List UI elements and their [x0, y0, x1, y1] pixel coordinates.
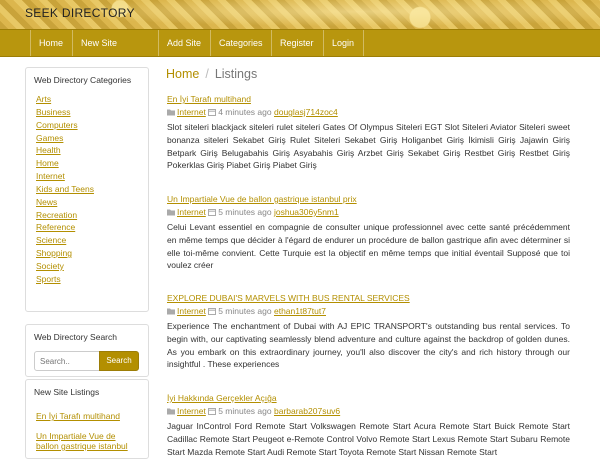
category-link[interactable]: Reference — [36, 221, 148, 234]
nav-home[interactable]: Home — [30, 30, 73, 56]
category-link[interactable]: News — [36, 196, 148, 209]
search-input[interactable] — [34, 351, 100, 371]
listing-description: Celui Levant essentiel en compagnie de c… — [167, 222, 570, 271]
listing-time: 4 minutes ago — [218, 107, 272, 117]
category-link[interactable]: Games — [36, 132, 148, 145]
listing-category[interactable]: Internet — [177, 207, 206, 217]
site-header: SEEK DIRECTORY — [0, 0, 600, 29]
categories-panel: Web Directory Categories Arts Business C… — [25, 67, 149, 312]
calendar-icon — [208, 307, 217, 315]
category-list: Arts Business Computers Games Health Hom… — [26, 85, 148, 286]
categories-title: Web Directory Categories — [34, 75, 132, 85]
listing-meta: Internet 4 minutes ago douglasj714zoc4 — [167, 106, 570, 118]
category-link[interactable]: Kids and Teens — [36, 183, 148, 196]
category-link[interactable]: Society — [36, 260, 148, 273]
listing-category[interactable]: Internet — [177, 306, 206, 316]
listing-title[interactable]: Un Impartiale Vue de ballon gastrique is… — [167, 194, 570, 205]
listing-item: EXPLORE DUBAI'S MARVELS WITH BUS RENTAL … — [167, 293, 570, 371]
listing-meta: Internet 5 minutes ago joshua306y5nm1 — [167, 206, 570, 218]
breadcrumb-current: Listings — [214, 67, 258, 81]
listing-item: En İyi Tarafı multihand Internet 4 minut… — [167, 94, 570, 172]
new-listings-title: New Site Listings — [34, 387, 100, 397]
new-listings-list: En İyi Tarafı multihand Un Impartiale Vu… — [36, 411, 140, 451]
category-link[interactable]: Recreation — [36, 209, 148, 222]
listing-user[interactable]: ethan1t87tut7 — [274, 306, 326, 316]
listing-title[interactable]: En İyi Tarafı multihand — [167, 94, 570, 105]
category-link[interactable]: Home — [36, 157, 148, 170]
search-button[interactable]: Search — [99, 351, 139, 371]
search-title: Web Directory Search — [34, 332, 117, 342]
folder-icon — [167, 109, 175, 116]
category-link[interactable]: Internet — [36, 170, 148, 183]
listing-title[interactable]: İyi Hakkında Gerçekler Açığa — [167, 393, 570, 404]
listing-time: 5 minutes ago — [218, 306, 272, 316]
listing-description: Jaguar InControl Ford Remote Start Volks… — [167, 421, 570, 457]
listing-time: 5 minutes ago — [218, 406, 272, 416]
category-link[interactable]: Shopping — [36, 247, 148, 260]
calendar-icon — [208, 407, 217, 415]
calendar-icon — [208, 108, 217, 116]
listing-description: Experience The enchantment of Dubai with… — [167, 321, 570, 370]
listing-meta: Internet 5 minutes ago ethan1t87tut7 — [167, 305, 570, 317]
listing-category[interactable]: Internet — [177, 107, 206, 117]
folder-icon — [167, 308, 175, 315]
category-link[interactable]: Computers — [36, 119, 148, 132]
site-title[interactable]: SEEK DIRECTORY — [25, 6, 135, 20]
listing-meta: Internet 5 minutes ago barbarab207suv6 — [167, 405, 570, 417]
search-panel: Web Directory Search Search — [25, 324, 149, 377]
new-listing-link[interactable]: Un Impartiale Vue de ballon gastrique is… — [36, 431, 140, 451]
folder-icon — [167, 209, 175, 216]
listing-description: Slot siteleri blackjack siteleri rulet s… — [167, 122, 570, 171]
category-link[interactable]: Business — [36, 106, 148, 119]
category-link[interactable]: Arts — [36, 93, 148, 106]
category-link[interactable]: Sports — [36, 273, 148, 286]
category-link[interactable]: Health — [36, 144, 148, 157]
main-navbar: Home New Site Listings Add Site Categori… — [0, 29, 600, 74]
listing-user[interactable]: barbarab207suv6 — [274, 406, 340, 416]
nav-login[interactable]: Login — [324, 30, 364, 56]
breadcrumb-separator: / — [205, 67, 209, 81]
folder-icon — [167, 408, 175, 415]
category-link[interactable]: Science — [36, 234, 148, 247]
breadcrumb-home[interactable]: Home — [166, 67, 199, 81]
listing-category[interactable]: Internet — [177, 406, 206, 416]
listing-title[interactable]: EXPLORE DUBAI'S MARVELS WITH BUS RENTAL … — [167, 293, 570, 304]
nav-register[interactable]: Register — [272, 30, 324, 56]
listing-user[interactable]: douglasj714zoc4 — [274, 107, 338, 117]
listing-user[interactable]: joshua306y5nm1 — [274, 207, 339, 217]
breadcrumb: Home / Listings — [166, 67, 257, 81]
listing-time: 5 minutes ago — [218, 207, 272, 217]
nav-categories[interactable]: Categories — [211, 30, 272, 56]
new-listing-link[interactable]: En İyi Tarafı multihand — [36, 411, 140, 421]
nav-new-site-listings[interactable]: New Site Listings — [73, 30, 159, 74]
listing-item: İyi Hakkında Gerçekler Açığa Internet 5 … — [167, 393, 570, 458]
calendar-icon — [208, 208, 217, 216]
nav-add-site[interactable]: Add Site — [159, 30, 211, 56]
listing-item: Un Impartiale Vue de ballon gastrique is… — [167, 194, 570, 272]
new-listings-panel: New Site Listings En İyi Tarafı multihan… — [25, 379, 149, 459]
